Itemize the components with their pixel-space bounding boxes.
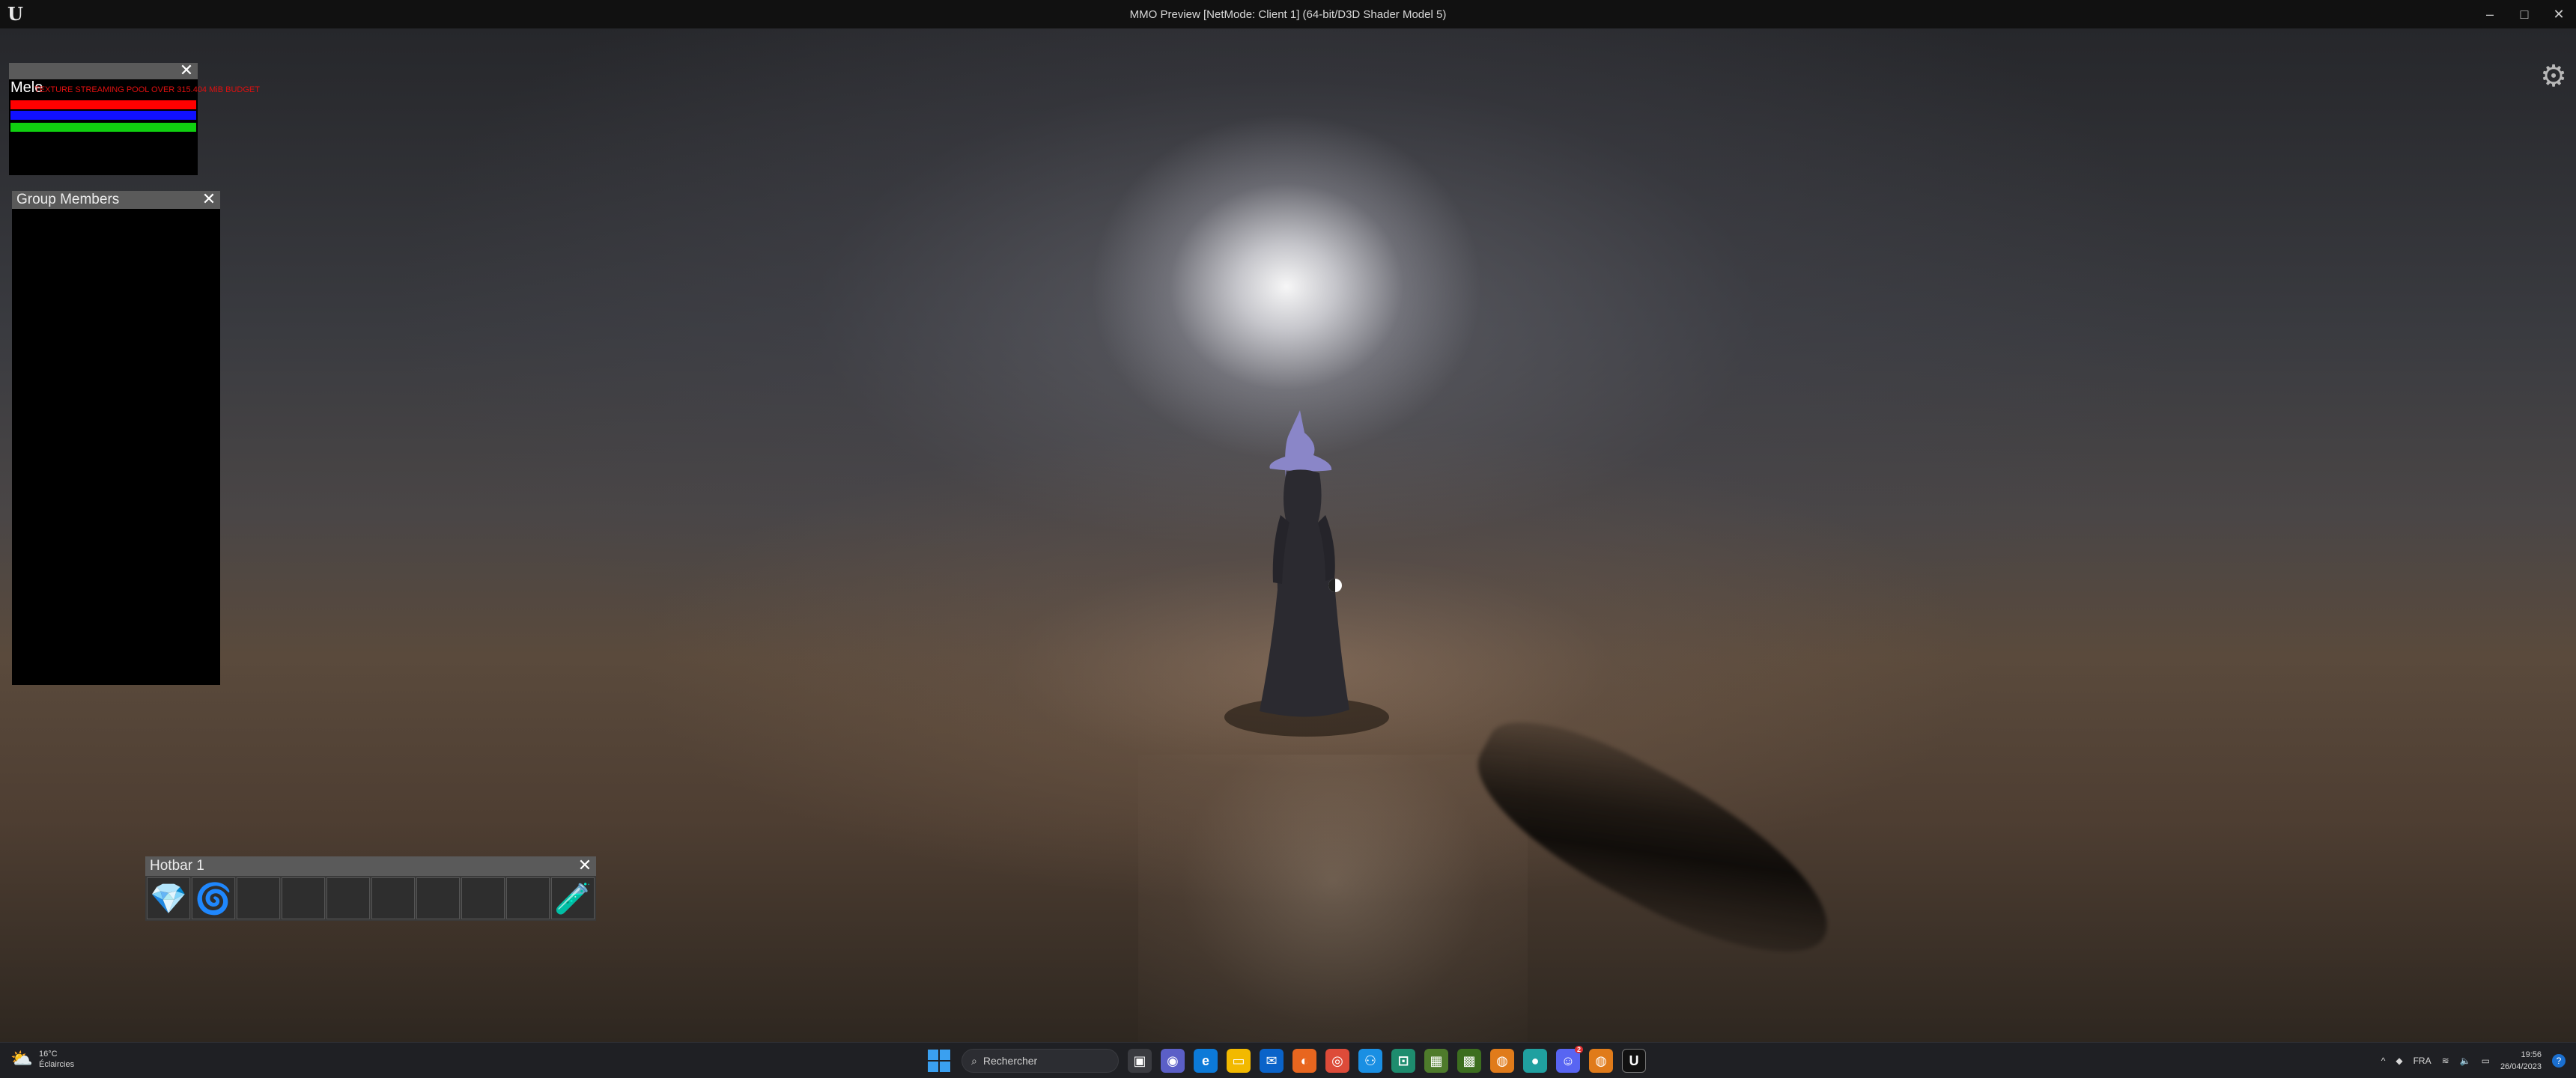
unreal-logo-icon: U: [7, 3, 23, 25]
taskbar-apps: ⌕ Rechercher ▣ ◉ e ▭ ✉ ◐ ◎ ⚇ ⊡ ▦ ▩ ◍ ● ☺…: [926, 1046, 1646, 1074]
clock[interactable]: 19:56 26/04/2023: [2500, 1049, 2542, 1073]
health-bar-fill: [10, 100, 196, 109]
mail-icon[interactable]: ✉: [1260, 1049, 1284, 1073]
taskbar-search[interactable]: ⌕ Rechercher: [962, 1049, 1119, 1073]
weather-temperature: 16°C: [39, 1050, 58, 1059]
obs-icon[interactable]: ●: [1523, 1049, 1547, 1073]
target-frame-header[interactable]: ✕: [9, 62, 198, 79]
hotbar-slot-empty[interactable]: [506, 877, 550, 919]
hotbar-slot-empty[interactable]: [416, 877, 460, 919]
hotbar-slot-green-potion-icon[interactable]: 🧪: [551, 877, 595, 919]
settings-gear-icon[interactable]: ⚙: [2537, 60, 2570, 93]
nvidia-icon[interactable]: ▦: [1424, 1049, 1448, 1073]
close-icon[interactable]: ✕: [577, 857, 593, 874]
close-icon[interactable]: ✕: [201, 191, 217, 208]
hotbar-slot-crystal-heart-icon[interactable]: 💎: [147, 877, 190, 919]
teams-chat-icon[interactable]: ◉: [1161, 1049, 1185, 1073]
clock-date: 26/04/2023: [2500, 1062, 2542, 1071]
unreal-engine-icon[interactable]: U: [1622, 1049, 1646, 1073]
group-members-title: Group Members: [16, 192, 120, 207]
close-icon[interactable]: ✕: [178, 62, 195, 79]
hotbar-title: Hotbar 1: [150, 858, 204, 874]
clock-time: 19:56: [2521, 1050, 2542, 1059]
blender-icon-2[interactable]: ◍: [1589, 1049, 1613, 1073]
tray-app-icon[interactable]: ◆: [2396, 1056, 2402, 1066]
stamina-bar-fill: [10, 123, 196, 132]
target-frame: ✕ Mele TEXTURE STREAMING POOL OVER 315.4…: [9, 62, 260, 175]
battery-icon[interactable]: ▭: [2482, 1056, 2490, 1066]
search-icon: ⌕: [971, 1054, 977, 1067]
weather-widget[interactable]: ⛅ 16°C Éclaircies: [10, 1049, 74, 1070]
language-indicator[interactable]: FRA: [2414, 1056, 2431, 1066]
discord-icon[interactable]: ☺ 2: [1556, 1046, 1583, 1073]
tray-overflow-chevron-icon[interactable]: ^: [2381, 1056, 2386, 1066]
terminal-app-icon[interactable]: ⊡: [1391, 1049, 1415, 1073]
health-bar: [10, 100, 196, 109]
player-character-witch: [1224, 410, 1389, 737]
chrome-icon[interactable]: ◎: [1325, 1049, 1349, 1073]
file-explorer-icon[interactable]: ▭: [1227, 1049, 1251, 1073]
start-button[interactable]: [926, 1047, 953, 1074]
window-controls: – □ ✕: [2473, 0, 2576, 28]
maximize-button[interactable]: □: [2507, 0, 2542, 28]
hotbar-slot-empty[interactable]: [237, 877, 280, 919]
volume-icon[interactable]: 🔈: [2460, 1056, 2471, 1066]
weather-partly-sunny-icon: ⛅: [10, 1049, 33, 1069]
close-window-button[interactable]: ✕: [2542, 0, 2576, 28]
game-viewport[interactable]: ⚙ ✕ Mele TEXTURE STREAMING POOL OVER 315…: [0, 28, 2576, 1042]
texture-streaming-warning: TEXTURE STREAMING POOL OVER 315.404 MiB …: [34, 85, 260, 94]
golden-swirl-icon: 🌀: [195, 882, 232, 916]
hotbar-slot-empty[interactable]: [371, 877, 415, 919]
game-launcher-icon[interactable]: ▩: [1457, 1049, 1481, 1073]
minimize-button[interactable]: –: [2473, 0, 2507, 28]
blender-icon[interactable]: ◍: [1490, 1049, 1514, 1073]
window-titlebar: U MMO Preview [NetMode: Client 1] (64-bi…: [0, 0, 2576, 28]
mana-bar-fill: [10, 111, 196, 120]
windows-taskbar: ⛅ 16°C Éclaircies ⌕ Rechercher ▣ ◉ e ▭ ✉…: [0, 1042, 2576, 1078]
stamina-bar: [10, 123, 196, 132]
green-potion-icon: 🧪: [554, 882, 592, 916]
hotbar-slots: 💎 🌀 🧪: [145, 876, 596, 921]
system-tray: ^ ◆ FRA ≋ 🔈 ▭ 19:56 26/04/2023 ?: [2381, 1047, 2566, 1074]
mana-bar: [10, 111, 196, 120]
steam-icon[interactable]: ⚇: [1358, 1049, 1382, 1073]
group-members-header[interactable]: Group Members ✕: [12, 191, 220, 209]
firefox-icon[interactable]: ◐: [1292, 1049, 1316, 1073]
hotbar-header[interactable]: Hotbar 1 ✕: [145, 856, 596, 876]
hotbar-slot-empty[interactable]: [282, 877, 325, 919]
group-members-panel: Group Members ✕: [12, 191, 220, 685]
ground-path: [1138, 755, 1528, 1042]
weather-condition: Éclaircies: [39, 1060, 75, 1069]
edge-browser-icon[interactable]: e: [1194, 1049, 1218, 1073]
crosshair-icon: [1328, 579, 1342, 592]
hotbar-slot-golden-swirl-icon[interactable]: 🌀: [192, 877, 235, 919]
window-title: MMO Preview [NetMode: Client 1] (64-bit/…: [1129, 7, 1447, 21]
wifi-icon[interactable]: ≋: [2442, 1056, 2449, 1066]
group-members-list: [12, 209, 220, 685]
hotbar-slot-empty[interactable]: [326, 877, 370, 919]
task-view-icon[interactable]: ▣: [1128, 1049, 1152, 1073]
notification-center-icon[interactable]: ?: [2552, 1054, 2566, 1068]
hotbar: Hotbar 1 ✕ 💎 🌀 🧪: [145, 856, 596, 921]
crystal-heart-icon: 💎: [150, 882, 187, 916]
hotbar-slot-empty[interactable]: [461, 877, 505, 919]
search-placeholder: Rechercher: [982, 1055, 1038, 1067]
notification-badge: 2: [1574, 1046, 1583, 1053]
